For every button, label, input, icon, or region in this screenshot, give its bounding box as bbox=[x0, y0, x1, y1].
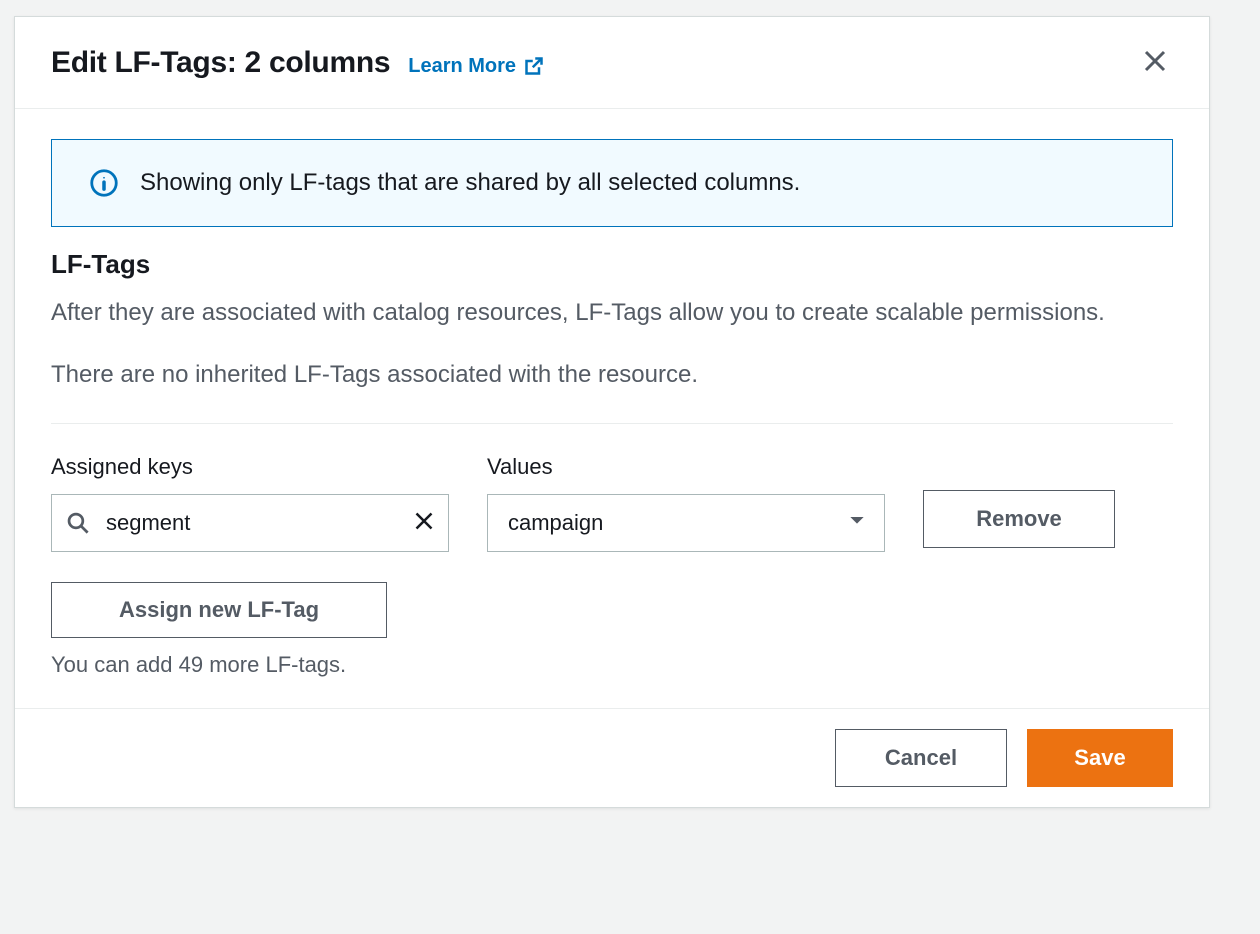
modal-header-left: Edit LF-Tags: 2 columns Learn More bbox=[51, 46, 544, 80]
values-select-wrap: campaign bbox=[487, 494, 885, 552]
edit-lf-tags-modal: Edit LF-Tags: 2 columns Learn More bbox=[14, 16, 1210, 808]
divider bbox=[51, 423, 1173, 424]
assign-new-lf-tag-button[interactable]: Assign new LF-Tag bbox=[51, 582, 387, 638]
modal-footer: Cancel Save bbox=[15, 708, 1209, 807]
remove-button[interactable]: Remove bbox=[923, 490, 1115, 548]
assigned-keys-input[interactable] bbox=[51, 494, 449, 552]
modal-title: Edit LF-Tags: 2 columns bbox=[51, 46, 390, 80]
cancel-button[interactable]: Cancel bbox=[835, 729, 1007, 787]
section-title: LF-Tags bbox=[51, 249, 1173, 280]
remaining-tags-hint: You can add 49 more LF-tags. bbox=[51, 652, 1173, 678]
save-button[interactable]: Save bbox=[1027, 729, 1173, 787]
remove-column: Remove bbox=[923, 454, 1173, 548]
tag-row: Assigned keys bbox=[51, 454, 1173, 552]
inherited-tags-text: There are no inherited LF-Tags associate… bbox=[51, 357, 1173, 393]
info-alert: Showing only LF-tags that are shared by … bbox=[51, 139, 1173, 227]
info-alert-text: Showing only LF-tags that are shared by … bbox=[140, 166, 800, 200]
clear-input-button[interactable] bbox=[413, 512, 435, 534]
modal-body: Showing only LF-tags that are shared by … bbox=[15, 109, 1209, 708]
learn-more-link[interactable]: Learn More bbox=[408, 55, 544, 78]
assigned-keys-input-wrap bbox=[51, 494, 449, 552]
external-link-icon bbox=[524, 56, 544, 76]
info-icon bbox=[90, 169, 118, 197]
modal-header: Edit LF-Tags: 2 columns Learn More bbox=[15, 17, 1209, 109]
spacer bbox=[923, 454, 1173, 490]
values-select[interactable]: campaign bbox=[487, 494, 885, 552]
clear-icon bbox=[414, 511, 434, 534]
assigned-keys-field: Assigned keys bbox=[51, 454, 449, 552]
assigned-keys-label: Assigned keys bbox=[51, 454, 449, 480]
close-button[interactable] bbox=[1137, 43, 1173, 82]
values-label: Values bbox=[487, 454, 885, 480]
learn-more-label: Learn More bbox=[408, 55, 516, 78]
section-description: After they are associated with catalog r… bbox=[51, 294, 1173, 331]
close-icon bbox=[1143, 49, 1167, 76]
values-field: Values campaign bbox=[487, 454, 885, 552]
